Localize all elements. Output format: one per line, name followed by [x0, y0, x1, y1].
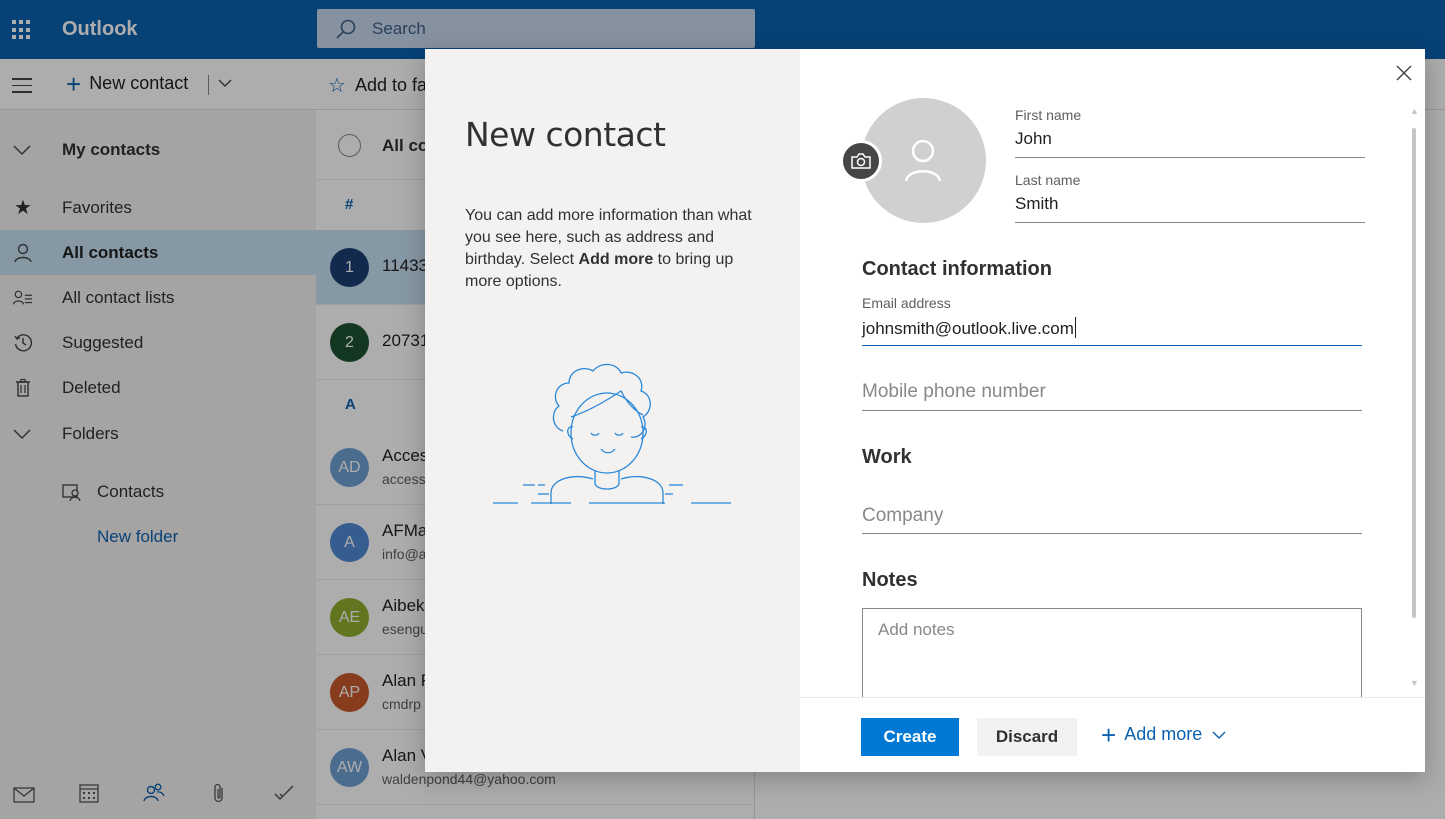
- close-icon[interactable]: [1395, 62, 1415, 82]
- first-name-label: First name: [1015, 107, 1082, 123]
- add-more-button[interactable]: + Add more: [1101, 719, 1226, 750]
- description-bold-text: Add more: [578, 251, 654, 268]
- create-button[interactable]: Create: [861, 718, 959, 756]
- contact-information-header: Contact information: [862, 258, 1052, 280]
- new-contact-dialog: New contact You can add more information…: [425, 49, 1425, 772]
- email-underline: [862, 345, 1362, 346]
- notes-header: Notes: [862, 569, 918, 591]
- notes-textarea[interactable]: Add notes: [862, 608, 1362, 700]
- person-icon: [904, 139, 942, 182]
- dialog-description: You can add more information than what y…: [465, 205, 755, 293]
- plus-icon: +: [1101, 719, 1117, 750]
- first-name-underline: [1015, 157, 1365, 158]
- email-label: Email address: [862, 295, 951, 311]
- dialog-footer: Create Discard + Add more: [800, 697, 1425, 772]
- text-caret: [1074, 317, 1076, 338]
- work-header: Work: [862, 446, 912, 468]
- scroll-down-arrow-icon[interactable]: ▼: [1410, 678, 1419, 688]
- scroll-up-arrow-icon[interactable]: ▲: [1410, 106, 1419, 116]
- first-name-field[interactable]: John: [1015, 129, 1052, 149]
- mobile-phone-underline: [862, 410, 1362, 411]
- discard-button[interactable]: Discard: [977, 718, 1077, 756]
- dialog-title: New contact: [465, 115, 666, 154]
- company-underline: [862, 533, 1362, 534]
- last-name-label: Last name: [1015, 172, 1081, 188]
- scrollbar-thumb[interactable]: [1412, 128, 1416, 618]
- chevron-down-icon: [1212, 731, 1226, 739]
- add-more-label: Add more: [1124, 724, 1203, 744]
- dialog-scrollbar[interactable]: ▲ ▼: [1410, 106, 1419, 691]
- camera-icon[interactable]: [840, 140, 882, 182]
- company-field[interactable]: Company: [862, 505, 943, 527]
- last-name-underline: [1015, 222, 1365, 223]
- email-value: johnsmith@outlook.live.com: [862, 319, 1074, 338]
- notes-placeholder: Add notes: [878, 620, 955, 639]
- last-name-field[interactable]: Smith: [1015, 194, 1058, 214]
- mobile-phone-field[interactable]: Mobile phone number: [862, 381, 1046, 403]
- email-field[interactable]: johnsmith@outlook.live.com: [862, 317, 1076, 339]
- person-illustration-icon: [493, 363, 731, 504]
- dialog-info-panel: New contact You can add more information…: [425, 49, 800, 772]
